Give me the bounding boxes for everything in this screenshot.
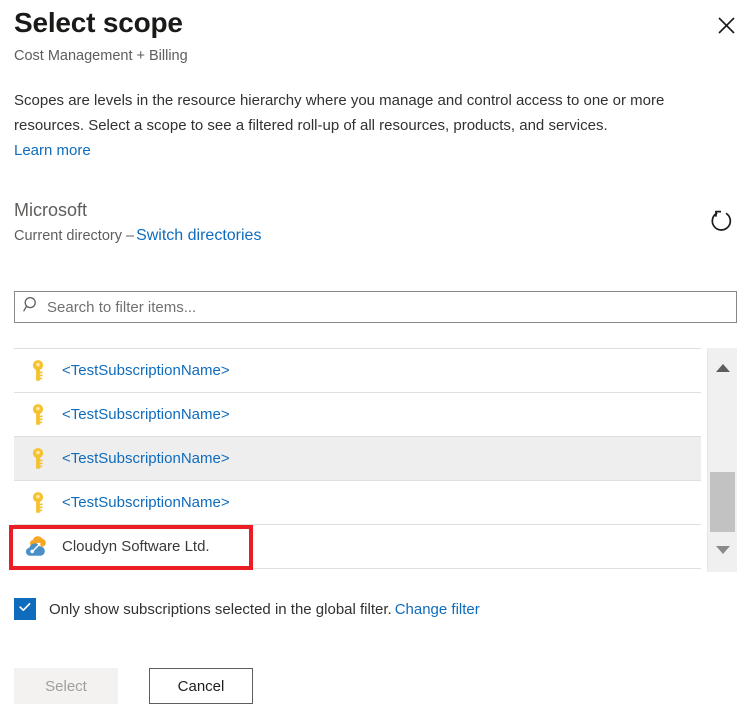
dialog-subtitle: Cost Management + Billing <box>14 46 739 66</box>
key-icon <box>14 446 62 472</box>
cancel-button[interactable]: Cancel <box>149 668 253 704</box>
description-text: Scopes are levels in the resource hierar… <box>14 92 664 134</box>
directory-name: Microsoft <box>14 198 261 222</box>
scroll-up-arrow-icon[interactable] <box>708 358 737 378</box>
list-item-label: <TestSubscriptionName> <box>62 362 230 379</box>
key-icon <box>14 490 62 516</box>
list-item-label: <TestSubscriptionName> <box>62 406 230 423</box>
scroll-down-arrow-icon[interactable] <box>708 540 737 560</box>
switch-directories-link[interactable]: Switch directories <box>136 227 261 244</box>
scrollbar-thumb[interactable] <box>710 472 735 532</box>
select-scope-dialog: Select scope Cost Management + Billing S… <box>0 0 753 717</box>
refresh-button[interactable] <box>703 204 739 240</box>
only-show-subscriptions-checkbox[interactable] <box>14 598 36 620</box>
search-box[interactable] <box>14 291 737 323</box>
list-item[interactable]: Cloudyn Software Ltd. <box>14 525 701 569</box>
select-button[interactable]: Select <box>14 668 118 704</box>
global-filter-label: Only show subscriptions selected in the … <box>49 601 480 618</box>
global-filter-text: Only show subscriptions selected in the … <box>49 601 392 618</box>
key-icon <box>14 358 62 384</box>
list-item[interactable]: <TestSubscriptionName> <box>14 481 701 525</box>
close-icon <box>718 17 735 34</box>
scrollbar-track[interactable] <box>708 378 737 540</box>
list-item-label: <TestSubscriptionName> <box>62 450 230 467</box>
key-icon <box>14 402 62 428</box>
search-input[interactable] <box>47 299 728 316</box>
directory-block: Microsoft Current directory –Switch dire… <box>14 198 261 246</box>
learn-more-link[interactable]: Learn more <box>14 142 91 159</box>
list-item-label: Cloudyn Software Ltd. <box>62 538 210 555</box>
dialog-header: Select scope Cost Management + Billing <box>14 6 739 66</box>
directory-subline: Current directory –Switch directories <box>14 226 261 246</box>
list-scrollbar[interactable] <box>707 348 737 572</box>
scope-list-container: <TestSubscriptionName> <TestSubscriptionN… <box>14 348 737 572</box>
refresh-icon <box>707 207 735 238</box>
search-icon <box>23 296 40 318</box>
change-filter-link[interactable]: Change filter <box>395 601 480 618</box>
checkmark-icon <box>18 600 32 619</box>
list-item[interactable]: <TestSubscriptionName> <box>14 393 701 437</box>
close-button[interactable] <box>709 8 743 42</box>
dialog-footer: Select Cancel <box>14 668 253 704</box>
global-filter-row: Only show subscriptions selected in the … <box>14 598 480 620</box>
scope-list: <TestSubscriptionName> <TestSubscriptionN… <box>14 348 701 572</box>
description-block: Scopes are levels in the resource hierar… <box>14 88 726 163</box>
list-item-label: <TestSubscriptionName> <box>62 494 230 511</box>
current-directory-label: Current directory – <box>14 228 134 244</box>
cloudyn-icon <box>14 533 62 561</box>
page-title: Select scope <box>14 6 739 40</box>
list-item[interactable]: <TestSubscriptionName> <box>14 349 701 393</box>
list-item[interactable]: <TestSubscriptionName> <box>14 437 701 481</box>
